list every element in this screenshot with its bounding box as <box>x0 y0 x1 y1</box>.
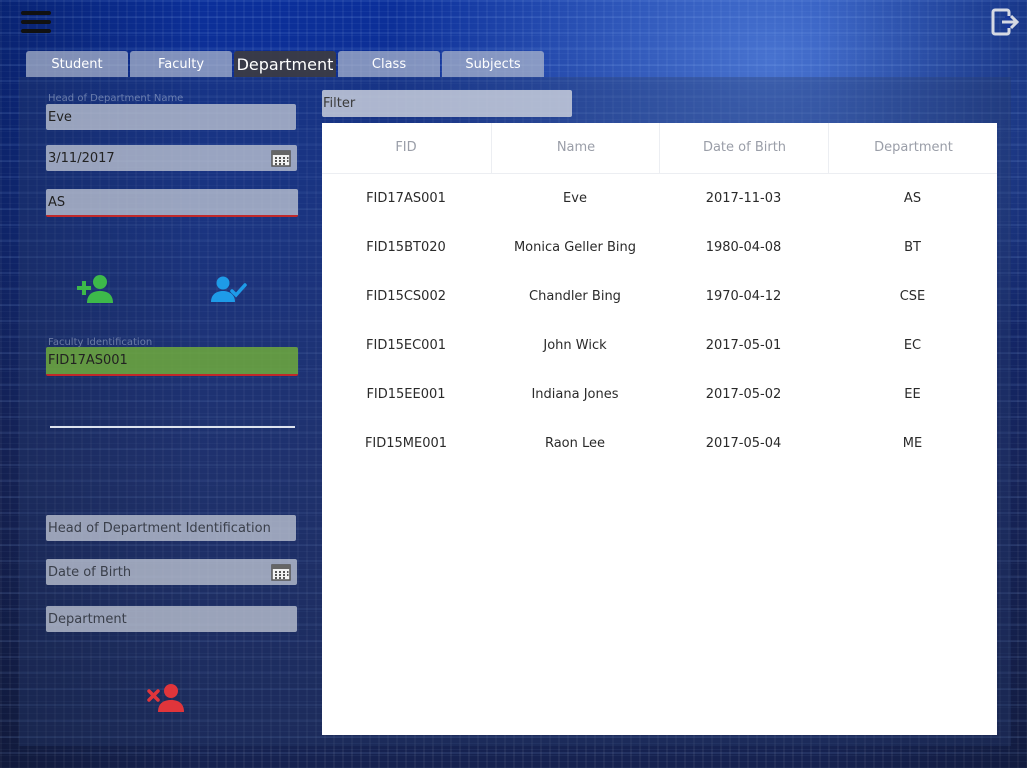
column-header-name[interactable]: Name <box>491 123 660 173</box>
hod-name-label: Head of Department Name <box>48 93 184 104</box>
remove-user-icon[interactable] <box>147 683 185 713</box>
table-header: FID Name Date of Birth Department <box>322 123 997 174</box>
cell-department: CSE <box>899 289 926 304</box>
filter-placeholder: Filter <box>323 96 356 111</box>
cell-name: Indiana Jones <box>531 387 619 402</box>
faculty-id-field[interactable]: FID17AS001 <box>46 347 298 376</box>
column-header-dob[interactable]: Date of Birth <box>659 123 829 173</box>
faculty-table: FID Name Date of Birth Department FID17A… <box>322 123 997 735</box>
date-value: 3/11/2017 <box>48 151 115 166</box>
department-field[interactable]: AS <box>46 189 298 217</box>
cell-name: Chandler Bing <box>529 289 621 304</box>
cell-department: BT <box>904 240 921 255</box>
cell-dob: 1980-04-08 <box>705 240 782 255</box>
cell-fid: FID15ME001 <box>364 436 448 451</box>
date-field[interactable]: 3/11/2017 <box>46 145 297 171</box>
table-row[interactable]: FID15ME001 Raon Lee 2017-05-04 ME <box>322 419 997 468</box>
cell-department: EC <box>903 338 922 353</box>
tab-faculty[interactable]: Faculty <box>130 51 232 77</box>
cell-fid: FID17AS001 <box>366 191 446 206</box>
cell-name: John Wick <box>543 338 607 353</box>
hod-name-value: Eve <box>48 110 72 125</box>
cell-department: EE <box>904 387 921 402</box>
cell-dob: 2017-05-04 <box>705 436 782 451</box>
cell-name: Eve <box>563 191 587 206</box>
table-row[interactable]: FID15EE001 Indiana Jones 2017-05-02 EE <box>322 370 997 419</box>
department-placeholder: Department <box>48 612 127 627</box>
form-divider <box>50 426 295 428</box>
cell-fid: FID15CS002 <box>365 289 446 304</box>
faculty-id-value: FID17AS001 <box>48 353 128 368</box>
logout-icon[interactable] <box>991 8 1021 36</box>
cell-name: Raon Lee <box>544 436 606 451</box>
cell-department: AS <box>903 191 922 206</box>
tab-subjects[interactable]: Subjects <box>442 51 544 77</box>
cell-dob: 1970-04-12 <box>705 289 782 304</box>
cell-fid: FID15BT020 <box>366 240 446 255</box>
cell-department: ME <box>902 436 923 451</box>
hod-id-placeholder: Head of Department Identification <box>48 521 271 536</box>
add-user-icon[interactable] <box>77 274 115 304</box>
column-header-fid[interactable]: FID <box>322 123 490 173</box>
tab-class[interactable]: Class <box>338 51 440 77</box>
table-row[interactable]: FID15EC001 John Wick 2017-05-01 EC <box>322 321 997 370</box>
calendar-icon[interactable] <box>271 563 291 581</box>
cell-name: Monica Geller Bing <box>513 240 637 255</box>
cell-fid: FID15EC001 <box>366 338 446 353</box>
cell-dob: 2017-05-02 <box>705 387 782 402</box>
menu-icon[interactable] <box>21 11 51 33</box>
table-row[interactable]: FID15BT020 Monica Geller Bing 1980-04-08… <box>322 223 997 272</box>
department-value: AS <box>48 195 66 210</box>
tab-department[interactable]: Department <box>234 51 336 77</box>
dob-placeholder: Date of Birth <box>48 565 132 580</box>
hod-name-field[interactable]: Eve <box>46 104 296 130</box>
cell-dob: 2017-11-03 <box>705 191 782 206</box>
hod-id-field[interactable]: Head of Department Identification <box>46 515 296 541</box>
department-input[interactable]: Department <box>46 606 297 632</box>
cell-dob: 2017-05-01 <box>705 338 782 353</box>
table-row[interactable]: FID17AS001 Eve 2017-11-03 AS <box>322 174 997 223</box>
calendar-icon[interactable] <box>271 149 291 167</box>
user-check-icon[interactable] <box>211 276 247 302</box>
cell-fid: FID15EE001 <box>366 387 446 402</box>
filter-input[interactable]: Filter <box>322 90 572 117</box>
table-row[interactable]: FID15CS002 Chandler Bing 1970-04-12 CSE <box>322 272 997 321</box>
tab-student[interactable]: Student <box>26 51 128 77</box>
dob-field[interactable]: Date of Birth <box>46 559 297 585</box>
column-header-department[interactable]: Department <box>828 123 998 173</box>
